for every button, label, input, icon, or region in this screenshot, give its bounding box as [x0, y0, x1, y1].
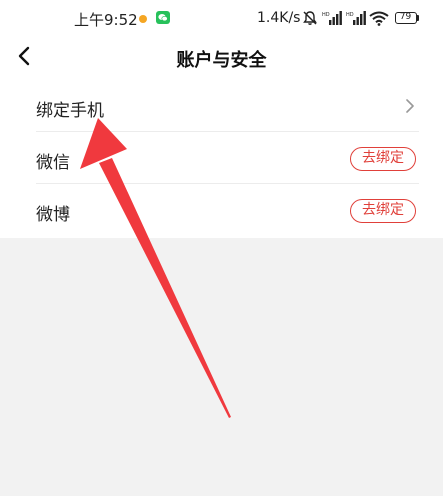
wechat-label: 微信	[36, 153, 70, 173]
bind-phone-label: 绑定手机	[36, 101, 104, 121]
battery-tip	[417, 15, 419, 21]
wechat-bind-button[interactable]: 去绑定	[350, 147, 416, 171]
notification-dot-icon	[139, 15, 147, 23]
weibo-bind-button[interactable]: 去绑定	[350, 199, 416, 223]
svg-text:HD: HD	[346, 12, 354, 18]
wechat-notification-icon	[156, 11, 170, 24]
page-title: 账户与安全	[176, 50, 267, 71]
wifi-icon	[369, 11, 389, 26]
signal-strength-icon: HD	[322, 11, 342, 25]
signal-strength-icon: HD	[346, 11, 366, 25]
battery-icon: 79	[395, 12, 417, 24]
svg-text:HD: HD	[322, 12, 330, 18]
mute-icon	[303, 11, 317, 25]
status-time: 上午9:52	[74, 11, 138, 29]
back-button[interactable]	[13, 44, 39, 70]
network-speed: 1.4K/s	[257, 10, 301, 26]
status-bar: 上午9:52 1.4K/s HD HD 79	[0, 0, 443, 38]
divider	[36, 183, 419, 184]
chevron-left-icon	[18, 46, 30, 66]
battery-level: 79	[399, 12, 412, 22]
weibo-label: 微博	[36, 205, 70, 225]
chevron-right-icon	[406, 99, 414, 113]
wechat-item: 微信 去绑定	[0, 134, 443, 184]
divider	[36, 131, 419, 132]
weibo-item: 微博 去绑定	[0, 186, 443, 236]
bind-phone-item[interactable]: 绑定手机	[0, 82, 443, 132]
